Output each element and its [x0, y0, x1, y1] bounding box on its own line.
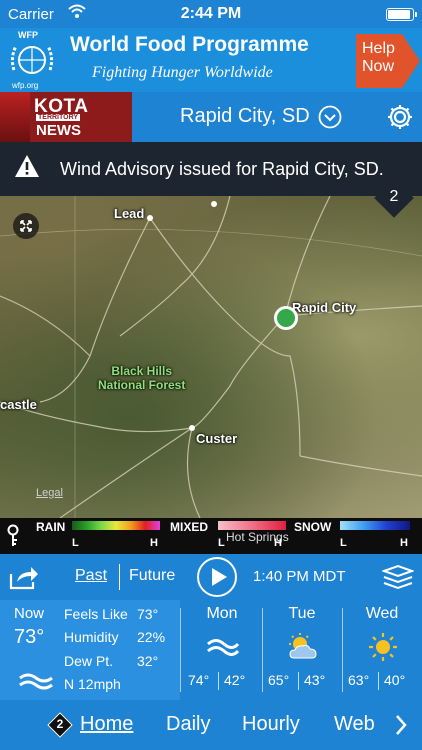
- wreath-icon: [10, 45, 54, 74]
- legend-snow-low: L: [340, 537, 347, 549]
- wfp-logo: WFP wfp.org: [4, 30, 62, 90]
- humidity-value: 22%: [137, 629, 166, 645]
- location-selector[interactable]: Rapid City, SD: [180, 105, 310, 128]
- map-label-lead: Lead: [114, 206, 145, 221]
- status-bar: Carrier 2:44 PM: [0, 0, 422, 28]
- chevron-down-icon[interactable]: [318, 105, 342, 129]
- forecast-day-tue[interactable]: Tue 65° 43°: [262, 600, 342, 700]
- radar-map[interactable]: Lead Rapid City Black Hills National For…: [0, 196, 422, 518]
- nav-daily[interactable]: Daily: [166, 713, 210, 736]
- map-label-forest-line2: National Forest: [98, 378, 186, 392]
- home-alert-count: 2: [56, 717, 64, 731]
- ad-title: World Food Programme: [70, 33, 309, 56]
- sun-icon: [369, 633, 397, 661]
- humidity-label: Humidity: [64, 629, 119, 645]
- ad-subtitle: Fighting Hunger Worldwide: [92, 64, 273, 81]
- day-name: Tue: [288, 605, 316, 622]
- nav-hourly[interactable]: Hourly: [242, 713, 300, 736]
- forecast-day-mon[interactable]: Mon 74° 42°: [182, 600, 262, 700]
- day-name: Wed: [365, 605, 399, 622]
- legend-rain-bar: [72, 521, 160, 530]
- wfp-logo-url: wfp.org: [12, 81, 39, 90]
- alert-message: Wind Advisory issued for Rapid City, SD.: [60, 159, 384, 179]
- future-toggle[interactable]: Future: [129, 567, 175, 585]
- share-icon[interactable]: [9, 564, 39, 590]
- fullscreen-icon[interactable]: [13, 213, 39, 239]
- toggle-divider: [119, 564, 120, 590]
- day-low: 40°: [384, 672, 406, 688]
- map-label-rapid-city: Rapid City: [292, 300, 357, 315]
- legend-rain-high: H: [150, 537, 158, 549]
- brand-territory: TERRITORY: [36, 114, 81, 121]
- forecast-divider: [180, 608, 181, 692]
- partly-cloudy-icon: [289, 633, 317, 659]
- day-high: 65°: [268, 672, 290, 688]
- day-high: 74°: [188, 672, 210, 688]
- app-header: KOTA TERRITORY NEWS Rapid City, SD: [0, 92, 422, 142]
- day-name: Mon: [206, 605, 238, 622]
- gear-icon[interactable]: [386, 103, 414, 131]
- key-icon[interactable]: [6, 524, 20, 548]
- day-low: 43°: [304, 672, 326, 688]
- nav-web[interactable]: Web: [334, 713, 375, 736]
- radar-timestamp: 1:40 PM MDT: [253, 568, 346, 585]
- map-label-forest-line1: Black Hills: [111, 364, 173, 378]
- layers-icon[interactable]: [382, 564, 414, 590]
- past-toggle[interactable]: Past: [75, 567, 107, 585]
- clock: 2:44 PM: [180, 5, 242, 22]
- warning-icon: [15, 155, 39, 177]
- wind-icon: [19, 673, 53, 690]
- radar-controls: Past Future 1:40 PM MDT: [0, 554, 422, 600]
- battery-icon: [386, 8, 417, 21]
- wind-value: N 12mph: [64, 676, 121, 692]
- help-now-line2: Now: [362, 58, 395, 75]
- home-alert-badge: 2: [47, 712, 73, 738]
- bottom-nav: 2 Home Daily Hourly Web: [0, 700, 422, 750]
- current-conditions[interactable]: Now 73° Feels Like 73° Humidity 22% Dew …: [0, 600, 180, 700]
- nav-home[interactable]: Home: [80, 713, 133, 736]
- map-label-custer: Custer: [196, 431, 238, 446]
- legend-snow-high: H: [400, 537, 408, 549]
- dew-point-value: 32°: [137, 653, 159, 669]
- map-label-castle: castle: [0, 397, 37, 412]
- legend-snow-label: SNOW: [294, 520, 332, 534]
- wfp-logo-top: WFP: [18, 30, 38, 40]
- station-logo[interactable]: KOTA TERRITORY NEWS: [0, 92, 132, 142]
- current-label: Now: [14, 605, 45, 622]
- legend-mixed-low: L: [218, 537, 225, 549]
- map-label-forest: Black Hills National Forest: [98, 364, 185, 392]
- brand-news: NEWS: [36, 122, 81, 139]
- legend-rain-low: L: [72, 537, 79, 549]
- help-now-line1: Help: [362, 40, 395, 57]
- feels-like-value: 73°: [137, 606, 159, 622]
- legend-snow-bar: [340, 521, 410, 530]
- radar-legend: RAIN L H MIXED L H SNOW L H Hot Springs: [0, 518, 422, 554]
- location-pin[interactable]: [274, 306, 298, 330]
- wind-icon: [207, 639, 240, 656]
- current-temp: 73°: [14, 626, 45, 648]
- legend-mixed-bar: [218, 521, 286, 530]
- legend-rain-label: RAIN: [36, 520, 66, 534]
- dew-point-label: Dew Pt.: [64, 653, 114, 669]
- legal-link[interactable]: Legal: [36, 487, 63, 499]
- forecast-panel[interactable]: Now 73° Feels Like 73° Humidity 22% Dew …: [0, 600, 422, 700]
- day-high: 63°: [348, 672, 370, 688]
- alert-count-badge[interactable]: 2: [374, 178, 414, 218]
- chevron-right-icon[interactable]: [394, 714, 408, 736]
- forecast-day-wed[interactable]: Wed 63° 40°: [342, 600, 422, 700]
- feels-like-label: Feels Like: [64, 606, 128, 622]
- legend-mixed-label: MIXED: [170, 520, 209, 534]
- map-label-hot-springs: Hot Springs: [226, 530, 289, 544]
- ad-banner[interactable]: WFP wfp.org World Food Programme Fightin…: [0, 28, 422, 92]
- day-low: 42°: [224, 672, 246, 688]
- play-button[interactable]: [197, 557, 237, 597]
- help-now-button[interactable]: Help Now: [356, 34, 420, 88]
- weather-alert-bar[interactable]: Wind Advisory issued for Rapid City, SD.: [0, 142, 422, 196]
- alert-count: 2: [389, 188, 399, 205]
- map-roads: [0, 196, 422, 518]
